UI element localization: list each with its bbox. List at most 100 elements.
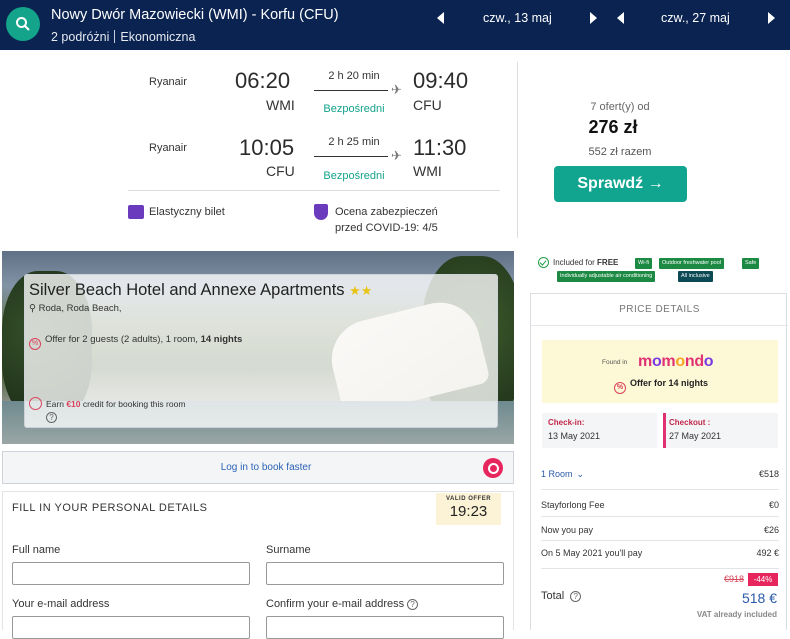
momondo-logo: momondo xyxy=(638,353,714,370)
momondo-box: Found in momondo % Offer for 14 nights xyxy=(542,340,778,403)
arrival-time: 09:40 xyxy=(413,68,469,93)
travellers-cabin[interactable]: 2 podróżni Ekonomiczna xyxy=(51,30,195,44)
divider xyxy=(541,489,779,490)
price-details-title: PRICE DETAILS xyxy=(619,304,700,315)
checkin-label: Check-in: xyxy=(548,418,585,427)
confirm-email-field[interactable] xyxy=(266,616,504,639)
depart-date[interactable]: czw., 13 maj xyxy=(483,11,552,25)
pay-later-label: On 5 May 2021 you'll pay xyxy=(541,548,643,558)
route-title[interactable]: Nowy Dwór Mazowiecki (WMI) - Korfu (CFU) xyxy=(51,7,339,23)
check-offer-button[interactable]: Sprawdź → xyxy=(554,166,687,202)
percent-icon: % xyxy=(29,338,41,350)
confirm-email-label: Confirm your e-mail address xyxy=(266,598,405,610)
earn-prefix: Earn xyxy=(46,399,67,409)
amenity-tag: Individually adjustable air conditioning xyxy=(557,271,656,282)
depart-next-arrow-icon[interactable] xyxy=(590,12,597,24)
divider xyxy=(128,190,500,191)
checkin-box: Check-in: 13 May 2021 xyxy=(542,413,657,448)
pay-now-value: €26 xyxy=(763,525,779,535)
login-brand-icon xyxy=(483,458,503,478)
amenity-tag: All inclusive xyxy=(678,271,713,282)
fee-label: Stayforlong Fee xyxy=(541,500,605,510)
departure-time: 06:20 xyxy=(235,68,291,93)
confirm-email-row: Confirm your e-mail address? xyxy=(266,598,419,610)
flight-duration: 2 h 25 min xyxy=(328,136,380,148)
search-button[interactable] xyxy=(6,7,40,41)
pay-later-row: On 5 May 2021 you'll pay 492 € xyxy=(541,548,779,558)
valid-offer-timer: VALID OFFER 19:23 xyxy=(436,493,501,525)
arrival-airport: CFU xyxy=(413,97,442,113)
checkin-date: 13 May 2021 xyxy=(548,431,601,441)
hotel-location: ⚲ Roda, Roda Beach, xyxy=(29,303,122,314)
departure-airport: WMI xyxy=(266,97,295,113)
percent-icon: % xyxy=(614,382,626,394)
cabin-class: Ekonomiczna xyxy=(120,30,196,44)
total-label-row: Total? xyxy=(541,590,582,602)
form-title: FILL IN YOUR PERSONAL DETAILS xyxy=(12,502,208,514)
earn-credit: Earn €10 credit for booking this room ? xyxy=(29,397,185,423)
divider xyxy=(541,540,779,541)
arrival-time: 11:30 xyxy=(413,135,467,160)
search-summary-bar: Nowy Dwór Mazowiecki (WMI) - Korfu (CFU)… xyxy=(0,0,790,50)
flexible-ticket-label: Elastyczny bilet xyxy=(149,206,225,218)
amenity-tag: Wi-fi xyxy=(635,258,652,269)
room-row[interactable]: 1 Room ⌄ €518 xyxy=(541,469,779,480)
full-name-field[interactable] xyxy=(12,562,250,585)
full-name-label: Full name xyxy=(12,544,61,556)
old-price: €918 xyxy=(724,574,745,584)
hotel-name: Silver Beach Hotel and Annexe Apartments xyxy=(29,281,345,299)
surname-label: Surname xyxy=(266,544,311,556)
check-circle-icon xyxy=(538,257,549,268)
plane-icon: ✈ xyxy=(391,82,402,97)
covid-rating-line1: Ocena zabezpieczeń xyxy=(335,206,438,218)
flight-price: 276 zł xyxy=(588,117,638,137)
divider xyxy=(517,62,518,238)
offers-count: 7 ofert(y) od xyxy=(590,101,650,113)
divider xyxy=(541,568,779,569)
earn-amount: €10 xyxy=(66,399,81,409)
airline-name: Ryanair xyxy=(149,142,187,154)
checkout-label: Checkout : xyxy=(669,418,711,427)
checkout-date: 27 May 2021 xyxy=(669,431,722,441)
login-link[interactable]: Log in to book faster xyxy=(3,462,529,473)
divider xyxy=(541,516,779,517)
amenity-tag: Outdoor freshwater pool xyxy=(659,258,725,269)
hotel-stars: ★★ xyxy=(349,283,373,298)
plane-icon: ✈ xyxy=(391,148,402,163)
flight-total-price: 552 zł razem xyxy=(588,146,652,158)
location-pin-icon: ⚲ xyxy=(29,303,36,314)
flight-duration: 2 h 20 min xyxy=(328,70,380,82)
email-label: Your e-mail address xyxy=(12,598,110,610)
arrival-airport: WMI xyxy=(413,163,442,179)
momondo-offer: % Offer for 14 nights xyxy=(614,378,708,394)
pay-now-label: Now you pay xyxy=(541,525,594,535)
amenity-tag: Safe xyxy=(742,258,760,269)
duration-line xyxy=(314,90,388,91)
help-icon[interactable]: ? xyxy=(46,412,57,423)
depart-prev-arrow-icon[interactable] xyxy=(437,12,444,24)
included-prefix: Included for xyxy=(553,258,598,267)
email-field[interactable] xyxy=(12,616,250,639)
vat-note: VAT already included xyxy=(696,610,777,619)
login-bar[interactable]: Log in to book faster xyxy=(2,451,514,484)
return-date[interactable]: czw., 27 maj xyxy=(661,11,730,25)
hotel-photo: Silver Beach Hotel and Annexe Apartments… xyxy=(2,251,514,444)
divider xyxy=(531,325,788,326)
travellers-count: 2 podróżni xyxy=(51,30,110,44)
fee-value: €0 xyxy=(768,500,779,510)
surname-field[interactable] xyxy=(266,562,504,585)
help-icon[interactable]: ? xyxy=(570,591,582,602)
help-icon[interactable]: ? xyxy=(407,599,419,610)
included-free-label: FREE xyxy=(597,258,619,267)
covid-rating-line2: przed COVID-19: 4/5 xyxy=(335,222,438,234)
return-next-arrow-icon[interactable] xyxy=(768,12,775,24)
included-free: Included for FREE xyxy=(538,257,618,268)
found-in-label: Found in xyxy=(602,359,628,366)
return-prev-arrow-icon[interactable] xyxy=(617,12,624,24)
room-label: 1 Room xyxy=(541,469,573,479)
discount-badge: -44% xyxy=(748,573,778,586)
valid-offer-label: VALID OFFER xyxy=(445,496,492,502)
credit-icon xyxy=(29,397,42,410)
flexible-ticket-icon xyxy=(128,205,144,219)
fee-row: Stayforlong Fee €0 xyxy=(541,500,779,510)
